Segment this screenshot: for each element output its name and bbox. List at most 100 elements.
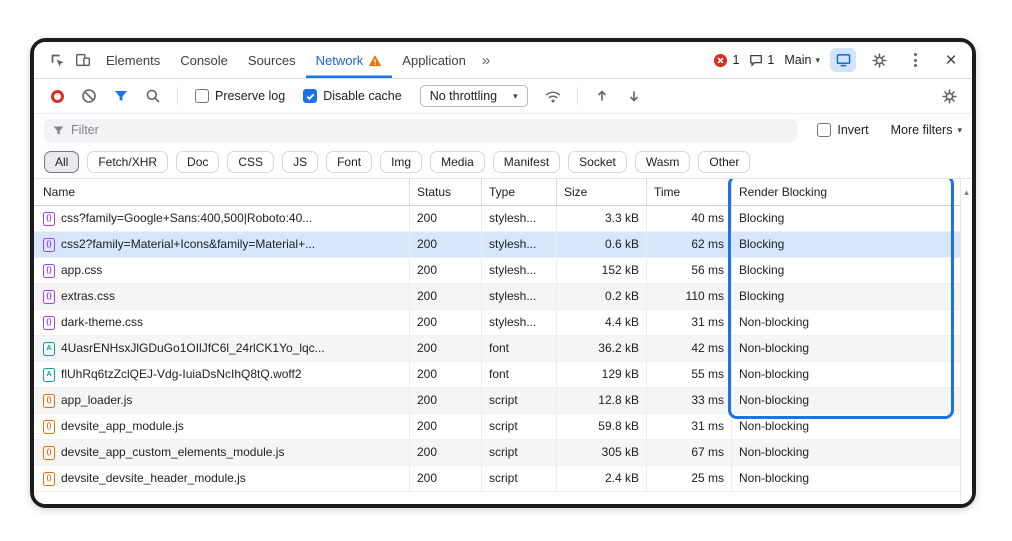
chip-other[interactable]: Other xyxy=(698,151,750,173)
column-header-status[interactable]: Status xyxy=(410,179,482,205)
filter-input-wrapper xyxy=(44,119,797,142)
size-cell: 59.8 kB xyxy=(557,414,647,439)
tab-label: Application xyxy=(402,53,466,68)
disable-cache-checkbox[interactable]: Disable cache xyxy=(303,89,402,103)
invert-checkbox[interactable]: Invert xyxy=(817,123,868,137)
kebab-menu-icon[interactable] xyxy=(902,47,928,73)
chip-font[interactable]: Font xyxy=(326,151,372,173)
tab-elements[interactable]: Elements xyxy=(96,42,170,78)
throttling-select[interactable]: No throttling ▾ xyxy=(420,85,528,107)
column-header-name[interactable]: Name xyxy=(34,179,410,205)
settings-gear-icon[interactable] xyxy=(866,47,892,73)
request-name: devsite_devsite_header_module.js xyxy=(61,466,246,491)
table-row[interactable]: devsite_app_custom_elements_module.js 20… xyxy=(34,440,960,466)
time-cell: 110 ms xyxy=(647,284,732,309)
inspect-element-icon[interactable] xyxy=(44,47,70,73)
tab-console[interactable]: Console xyxy=(170,42,238,78)
size-cell: 0.2 kB xyxy=(557,284,647,309)
scroll-up-arrow-icon[interactable]: ▲ xyxy=(963,188,971,504)
chip-all[interactable]: All xyxy=(44,151,79,173)
request-name: css2?family=Material+Icons&family=Materi… xyxy=(61,232,315,257)
type-cell: stylesh... xyxy=(482,232,557,257)
status-cell: 200 xyxy=(410,414,482,439)
preserve-log-checkbox[interactable]: Preserve log xyxy=(195,89,285,103)
script-icon xyxy=(43,472,55,486)
render-blocking-cell: Non-blocking xyxy=(732,362,960,387)
type-cell: script xyxy=(482,414,557,439)
devtools-window: Elements Console Sources Network Applica… xyxy=(30,38,976,508)
table-row[interactable]: dark-theme.css 200 stylesh... 4.4 kB 31 … xyxy=(34,310,960,336)
clear-icon[interactable] xyxy=(76,83,102,109)
tab-network[interactable]: Network xyxy=(306,42,393,78)
chip-manifest[interactable]: Manifest xyxy=(493,151,560,173)
tab-label: Console xyxy=(180,53,228,68)
table-row[interactable]: devsite_app_module.js 200 script 59.8 kB… xyxy=(34,414,960,440)
type-cell: stylesh... xyxy=(482,310,557,335)
size-cell: 2.4 kB xyxy=(557,466,647,491)
request-name: devsite_app_custom_elements_module.js xyxy=(61,440,284,465)
tab-sources[interactable]: Sources xyxy=(238,42,306,78)
toolbar-divider xyxy=(577,87,578,105)
table-row[interactable]: app_loader.js 200 script 12.8 kB 33 ms N… xyxy=(34,388,960,414)
stylesheet-icon xyxy=(43,212,55,226)
chip-wasm[interactable]: Wasm xyxy=(635,151,691,173)
network-settings-gear-icon[interactable] xyxy=(936,83,962,109)
request-name: css?family=Google+Sans:400,500|Roboto:40… xyxy=(61,206,312,231)
column-header-render-blocking[interactable]: Render Blocking xyxy=(732,179,960,205)
screencast-icon[interactable] xyxy=(830,48,856,72)
device-toolbar-icon[interactable] xyxy=(70,47,96,73)
table-scrollbar[interactable]: ▲ xyxy=(960,179,972,504)
chip-fetch-xhr[interactable]: Fetch/XHR xyxy=(87,151,168,173)
chip-doc[interactable]: Doc xyxy=(176,151,219,173)
context-selector[interactable]: Main ▾ xyxy=(784,53,820,67)
error-badge[interactable]: 1 xyxy=(713,53,739,68)
request-type-filters: All Fetch/XHR Doc CSS JS Font Img Media … xyxy=(34,146,972,179)
table-row[interactable]: css2?family=Material+Icons&family=Materi… xyxy=(34,232,960,258)
import-har-icon[interactable] xyxy=(589,83,615,109)
tab-application[interactable]: Application xyxy=(392,42,476,78)
close-icon[interactable]: × xyxy=(938,47,964,73)
type-cell: script xyxy=(482,440,557,465)
checkbox-unchecked-icon xyxy=(817,123,831,137)
status-cell: 200 xyxy=(410,310,482,335)
chip-media[interactable]: Media xyxy=(430,151,485,173)
more-filters-button[interactable]: More filters ▾ xyxy=(891,123,962,137)
time-cell: 42 ms xyxy=(647,336,732,361)
chevron-down-icon: ▾ xyxy=(815,56,820,65)
render-blocking-cell: Blocking xyxy=(732,258,960,283)
table-row[interactable]: css?family=Google+Sans:400,500|Roboto:40… xyxy=(34,206,960,232)
chip-js[interactable]: JS xyxy=(282,151,318,173)
message-bubble-icon xyxy=(749,53,763,67)
table-row[interactable]: flUhRq6tzZclQEJ-Vdg-IuiaDsNcIhQ8tQ.woff2… xyxy=(34,362,960,388)
network-conditions-icon[interactable] xyxy=(540,83,566,109)
filter-icon[interactable] xyxy=(108,83,134,109)
request-name: flUhRq6tzZclQEJ-Vdg-IuiaDsNcIhQ8tQ.woff2 xyxy=(61,362,302,387)
table-row[interactable]: extras.css 200 stylesh... 0.2 kB 110 ms … xyxy=(34,284,960,310)
table-row[interactable]: devsite_devsite_header_module.js 200 scr… xyxy=(34,466,960,492)
column-header-time[interactable]: Time xyxy=(647,179,732,205)
chip-img[interactable]: Img xyxy=(380,151,422,173)
export-har-icon[interactable] xyxy=(621,83,647,109)
table-row[interactable]: 4UasrENHsxJlGDuGo1OIlJfC6l_24rlCK1Yo_lqc… xyxy=(34,336,960,362)
console-message-badge[interactable]: 1 xyxy=(749,53,774,67)
column-header-type[interactable]: Type xyxy=(482,179,557,205)
request-name: app_loader.js xyxy=(61,388,132,413)
filter-input[interactable] xyxy=(71,123,789,137)
size-cell: 0.6 kB xyxy=(557,232,647,257)
name-cell: app.css xyxy=(34,258,410,283)
status-cell: 200 xyxy=(410,284,482,309)
status-cell: 200 xyxy=(410,336,482,361)
more-tabs-icon[interactable]: » xyxy=(476,52,496,69)
status-cell: 200 xyxy=(410,206,482,231)
table-row[interactable]: app.css 200 stylesh... 152 kB 56 ms Bloc… xyxy=(34,258,960,284)
name-cell: flUhRq6tzZclQEJ-Vdg-IuiaDsNcIhQ8tQ.woff2 xyxy=(34,362,410,387)
time-cell: 31 ms xyxy=(647,414,732,439)
time-cell: 33 ms xyxy=(647,388,732,413)
record-button[interactable] xyxy=(44,83,70,109)
time-cell: 67 ms xyxy=(647,440,732,465)
size-cell: 3.3 kB xyxy=(557,206,647,231)
chip-socket[interactable]: Socket xyxy=(568,151,627,173)
search-icon[interactable] xyxy=(140,83,166,109)
chip-css[interactable]: CSS xyxy=(227,151,274,173)
column-header-size[interactable]: Size xyxy=(557,179,647,205)
